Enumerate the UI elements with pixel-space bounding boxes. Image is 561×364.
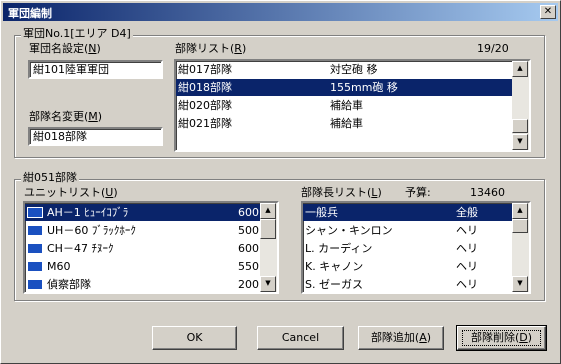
scroll-up-icon[interactable]: ▲	[260, 203, 276, 219]
delete-unit-button[interactable]: 部隊削除(D)	[456, 325, 547, 351]
corps-group-legend: 軍団No.1[エリア D4]	[21, 27, 133, 40]
helicopter-icon	[27, 225, 43, 236]
unit-list-label: 部隊リスト(R)	[175, 42, 247, 55]
list-item[interactable]: K. キャノン ヘリ	[303, 258, 512, 275]
list-item[interactable]: L. カーディン ヘリ	[303, 240, 512, 257]
unit-type-list-label: ユニットリスト(U)	[24, 186, 118, 199]
scroll-thumb[interactable]	[512, 119, 528, 133]
commander-list-label: 部隊長リスト(L)	[301, 186, 382, 199]
division-group-legend: 紺051部隊	[21, 171, 79, 184]
list-item[interactable]: 紺021部隊 補給車	[176, 115, 512, 132]
title-bar[interactable]: 軍団編制 ✕	[3, 3, 558, 21]
helicopter-icon	[27, 243, 43, 254]
list-item[interactable]: S. ゼーガス ヘリ	[303, 276, 512, 292]
corps-name-label: 軍団名設定(N)	[29, 42, 101, 55]
list-item[interactable]: M60 550	[25, 258, 260, 275]
unit-type-list[interactable]: AH－1 ﾋｭｰｲｺﾌﾞﾗ 600 UH－60 ﾌﾞﾗｯｸﾎｰｸ 500 CH－…	[23, 201, 279, 294]
commander-list-scrollbar[interactable]: ▲ ▼	[512, 203, 529, 292]
commander-list[interactable]: 一般兵 全般 シャン・キンロン ヘリ L. カーディン ヘリ K. キャノン ヘ…	[301, 201, 531, 294]
helicopter-icon	[27, 207, 43, 218]
list-item[interactable]: 紺020部隊 補給車	[176, 97, 512, 114]
unit-list[interactable]: 紺017部隊 対空砲 移 紺018部隊 155mm砲 移 紺020部隊 補給車 …	[174, 59, 531, 152]
corps-name-input[interactable]: 紺101陸軍軍団	[28, 60, 163, 79]
scroll-thumb[interactable]	[512, 219, 528, 233]
close-button[interactable]: ✕	[540, 5, 556, 19]
tank-icon	[27, 261, 43, 272]
recon-icon	[27, 279, 43, 290]
unit-rename-input[interactable]: 紺018部隊	[28, 127, 163, 146]
unit-rename-label: 部隊名変更(M)	[29, 110, 103, 123]
scroll-up-icon[interactable]: ▲	[512, 203, 528, 219]
list-item[interactable]: シャン・キンロン ヘリ	[303, 222, 512, 239]
scroll-up-icon[interactable]: ▲	[512, 61, 528, 77]
scroll-thumb[interactable]	[260, 219, 276, 239]
list-item-selected[interactable]: AH－1 ﾋｭｰｲｺﾌﾞﾗ 600	[25, 204, 260, 221]
scroll-down-icon[interactable]: ▼	[512, 134, 528, 150]
scroll-down-icon[interactable]: ▼	[260, 276, 276, 292]
close-icon: ✕	[543, 6, 553, 17]
unit-list-scrollbar[interactable]: ▲ ▼	[512, 61, 529, 150]
cancel-button[interactable]: Cancel	[257, 326, 344, 350]
ok-button[interactable]: OK	[152, 326, 237, 350]
list-item-selected[interactable]: 一般兵 全般	[303, 204, 512, 221]
list-item[interactable]: 偵察部隊 200	[25, 276, 260, 292]
unit-type-list-scrollbar[interactable]: ▲ ▼	[260, 203, 277, 292]
dialog-window: 軍団編制 ✕ 軍団No.1[エリア D4] 軍団名設定(N) 紺101陸軍軍団 …	[0, 0, 561, 364]
scroll-down-icon[interactable]: ▼	[512, 276, 528, 292]
list-item[interactable]: UH－60 ﾌﾞﾗｯｸﾎｰｸ 500	[25, 222, 260, 239]
window-title: 軍団編制	[8, 7, 52, 20]
focus-rect	[462, 330, 541, 346]
budget-value: 13460	[470, 186, 505, 199]
add-unit-button[interactable]: 部隊追加(A)	[358, 326, 444, 350]
list-item[interactable]: 紺017部隊 対空砲 移	[176, 61, 512, 78]
unit-count: 19/20	[477, 42, 509, 55]
budget-label: 予算:	[405, 186, 431, 199]
list-item[interactable]: CH－47 ﾁﾇｰｸ 600	[25, 240, 260, 257]
list-item-selected[interactable]: 紺018部隊 155mm砲 移	[176, 79, 512, 96]
